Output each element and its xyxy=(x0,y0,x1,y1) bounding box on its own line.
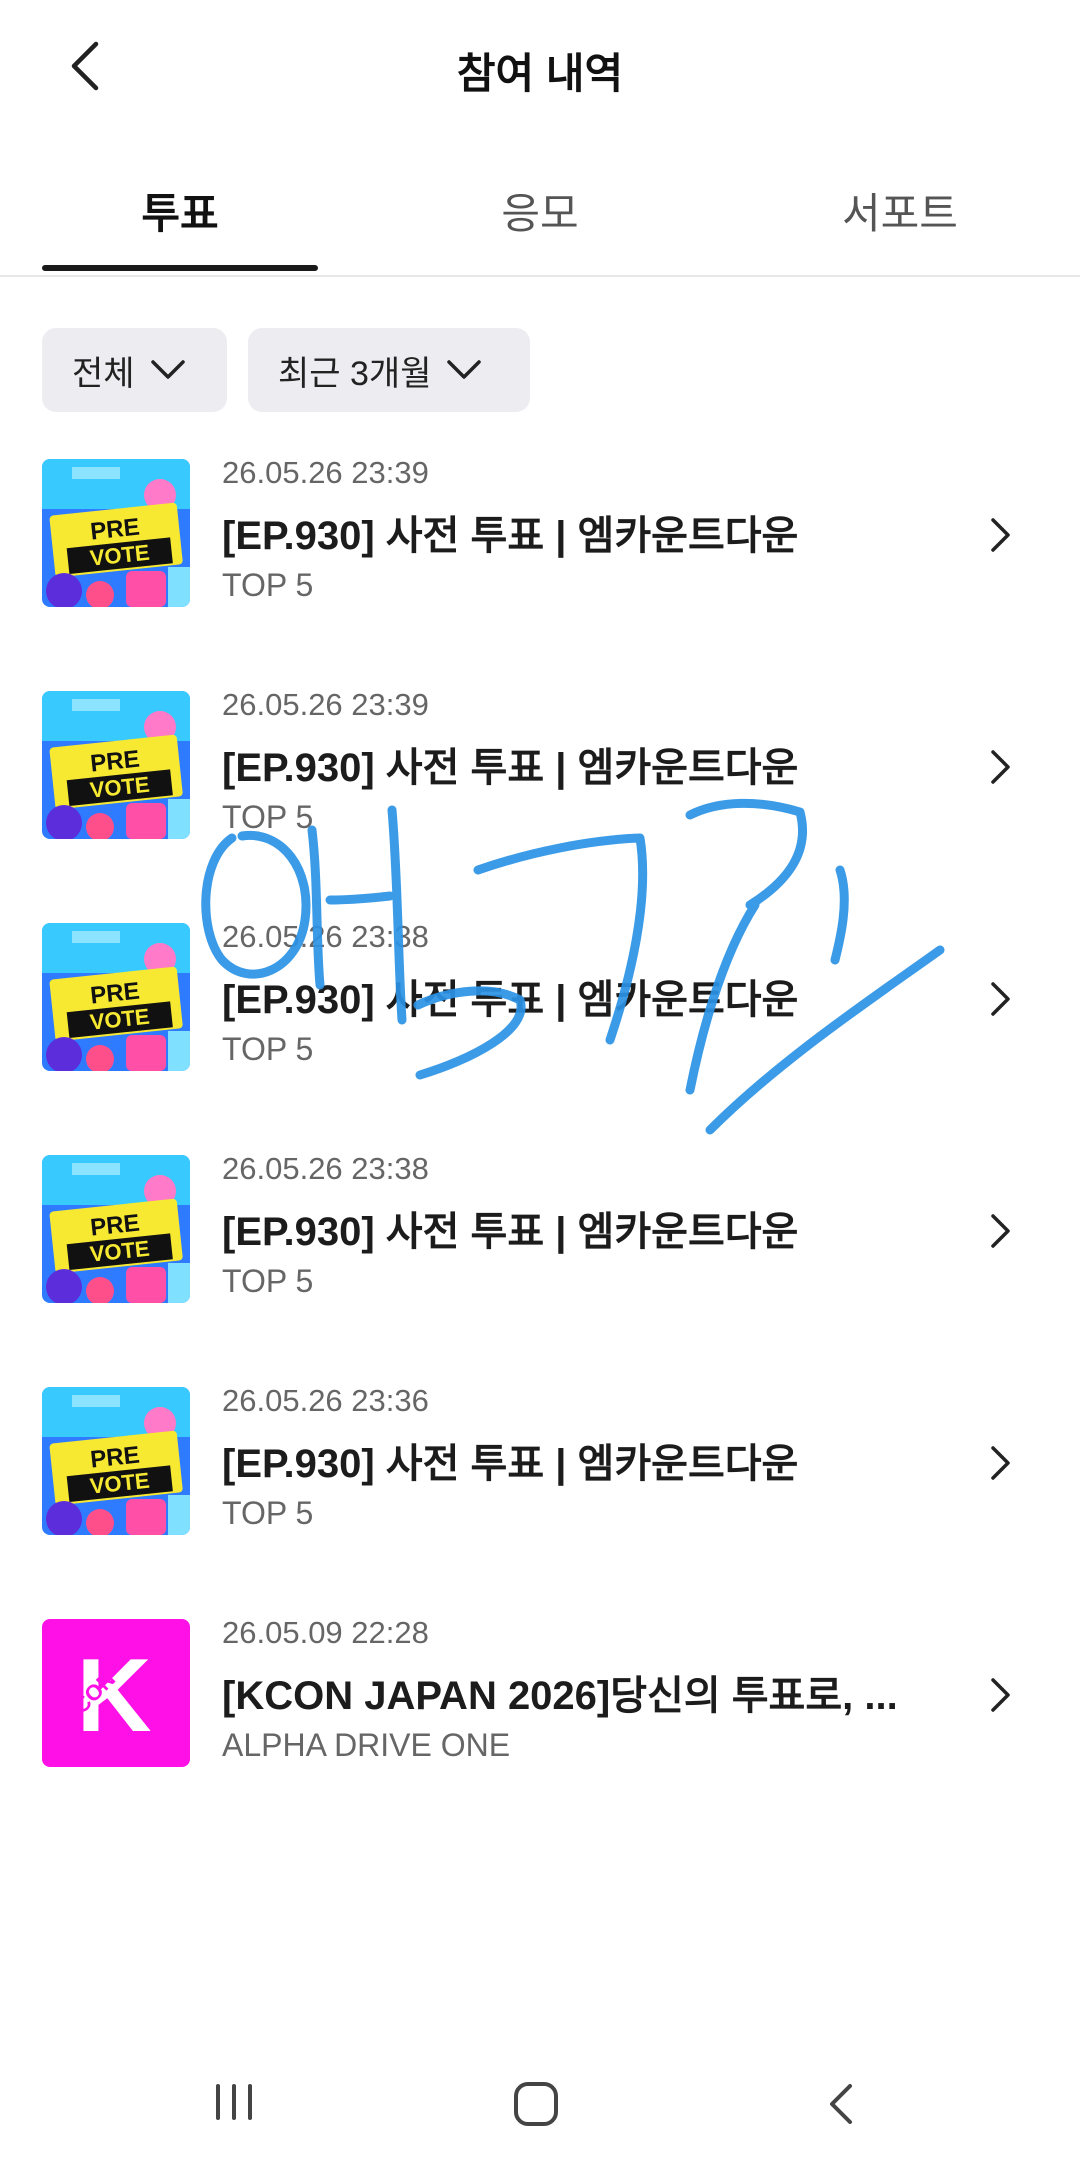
filter-period-dropdown[interactable]: 최근 3개월 xyxy=(248,328,530,412)
tab-support[interactable]: 서포트 xyxy=(760,180,1040,241)
item-subtitle: TOP 5 xyxy=(222,567,314,603)
item-subtitle: TOP 5 xyxy=(222,1031,314,1067)
prevote-thumbnail: PRE VOTE xyxy=(42,923,190,1071)
prevote-artwork-image: PREVOTE xyxy=(42,1155,190,1303)
chevron-right-icon xyxy=(991,750,1010,784)
item-subtitle: TOP 5 xyxy=(222,1263,314,1299)
chevron-right-icon xyxy=(991,1214,1010,1248)
list-item[interactable]: K CON 26.05.09 22:28 [KCON JAPAN 2026]당신의… xyxy=(0,1615,1080,1795)
list-item[interactable]: PRE VOTE 26.05.26 23:39 [EP.930] 사전 투표 | … xyxy=(0,455,1080,635)
system-nav-bar xyxy=(0,2060,1080,2170)
item-title: [EP.930] 사전 투표 | 엠카운트다운 xyxy=(222,746,799,790)
prevote-artwork-image: PREVOTE xyxy=(42,459,190,607)
prevote-thumbnail: PRE VOTE xyxy=(42,1155,190,1303)
list-item[interactable]: PRE VOTE 26.05.26 23:38 [EP.930] 사전 투표 | … xyxy=(0,919,1080,1099)
prevote-artwork-image: PREVOTE xyxy=(42,923,190,1071)
item-title: [EP.930] 사전 투표 | 엠카운트다운 xyxy=(222,1442,799,1486)
filter-type-label: 전체 xyxy=(72,354,135,393)
chevron-down-icon xyxy=(150,360,185,379)
item-date: 26.05.26 23:39 xyxy=(222,687,429,722)
tab-entry[interactable]: 응모 xyxy=(400,180,680,241)
page-title: 참여 내역 xyxy=(456,50,624,97)
item-subtitle: ALPHA DRIVE ONE xyxy=(222,1727,511,1763)
item-title: [EP.930] 사전 투표 | 엠카운트다운 xyxy=(222,514,799,558)
prevote-artwork-image: PREVOTE xyxy=(42,1387,190,1535)
recent-apps-icon[interactable] xyxy=(212,2080,256,2124)
kcon-logo-image: KCON xyxy=(42,1619,190,1767)
chevron-right-icon xyxy=(991,518,1010,552)
item-subtitle: TOP 5 xyxy=(222,799,314,835)
kcon-thumbnail: K CON xyxy=(42,1619,190,1767)
item-title: [EP.930] 사전 투표 | 엠카운트다운 xyxy=(222,978,799,1022)
item-title: [EP.930] 사전 투표 | 엠카운트다운 xyxy=(222,1210,799,1254)
filter-type-dropdown[interactable]: 전체 xyxy=(42,328,227,412)
chevron-right-icon xyxy=(991,1446,1010,1480)
item-title: [KCON JAPAN 2026]당신의 투표로, ... xyxy=(222,1674,898,1718)
active-tab-indicator xyxy=(42,265,318,271)
prevote-thumbnail: PRE VOTE xyxy=(42,1387,190,1535)
home-icon[interactable] xyxy=(512,2080,560,2128)
chevron-down-icon xyxy=(447,360,482,379)
prevote-thumbnail: PRE VOTE xyxy=(42,691,190,839)
item-date: 26.05.09 22:28 xyxy=(222,1615,429,1650)
item-date: 26.05.26 23:38 xyxy=(222,919,429,954)
list-item[interactable]: PRE VOTE 26.05.26 23:39 [EP.930] 사전 투표 | … xyxy=(0,687,1080,867)
item-subtitle: TOP 5 xyxy=(222,1495,314,1531)
back-icon[interactable] xyxy=(822,2080,862,2128)
chevron-right-icon xyxy=(991,982,1010,1016)
filter-period-label: 최근 3개월 xyxy=(278,354,432,393)
tab-bar: 투표 응모 서포트 xyxy=(0,165,1080,277)
chevron-right-icon xyxy=(991,1678,1010,1712)
header: 참여 내역 xyxy=(0,0,1080,135)
item-date: 26.05.26 23:36 xyxy=(222,1383,429,1418)
list-item[interactable]: PRE VOTE 26.05.26 23:38 [EP.930] 사전 투표 | … xyxy=(0,1151,1080,1331)
item-date: 26.05.26 23:39 xyxy=(222,455,429,490)
prevote-artwork-image: PREVOTE xyxy=(42,691,190,839)
tab-vote[interactable]: 투표 xyxy=(40,180,320,241)
list-item[interactable]: PRE VOTE 26.05.26 23:36 [EP.930] 사전 투표 | … xyxy=(0,1383,1080,1563)
item-date: 26.05.26 23:38 xyxy=(222,1151,429,1186)
prevote-thumbnail: PRE VOTE xyxy=(42,459,190,607)
